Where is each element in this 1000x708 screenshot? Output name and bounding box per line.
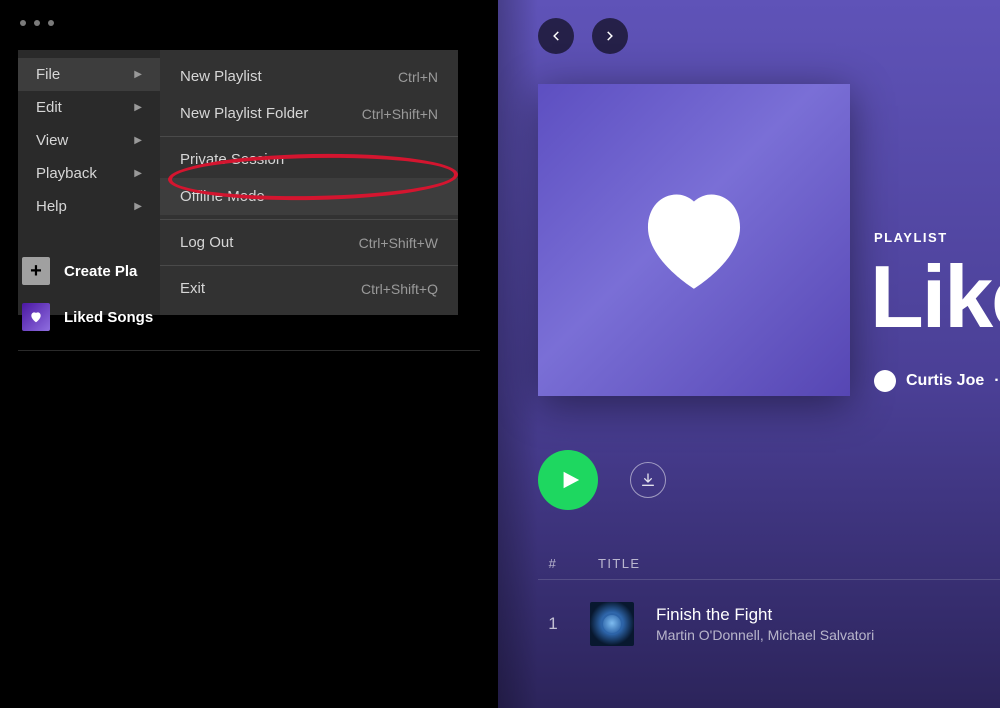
menu-divider xyxy=(160,219,458,220)
menu-item-shortcut: Ctrl+Shift+N xyxy=(362,106,438,122)
menu-item-label: Private Session xyxy=(180,151,284,168)
track-artist: Martin O'Donnell, Michael Salvatori xyxy=(656,627,874,643)
nav-back-button[interactable] xyxy=(538,18,574,54)
sidebar-item-create-playlist[interactable]: + Create Pla xyxy=(18,248,480,294)
track-artwork xyxy=(590,602,634,646)
menu-item-private-session[interactable]: Private Session xyxy=(160,141,458,178)
track-title: Finish the Fight xyxy=(656,605,874,625)
chevron-right-icon: ▶ xyxy=(134,201,142,212)
column-number: # xyxy=(538,556,568,571)
sidebar-item-label: Liked Songs xyxy=(64,309,153,326)
sidebar-panel: File ▶ Edit ▶ View ▶ Playback ▶ Help ▶ xyxy=(0,0,498,708)
nav-buttons xyxy=(538,18,628,54)
download-icon xyxy=(640,472,656,488)
menu-edit[interactable]: Edit ▶ xyxy=(18,91,160,124)
menu-item-new-playlist-folder[interactable]: New Playlist Folder Ctrl+Shift+N xyxy=(160,95,458,132)
menu-item-label: New Playlist Folder xyxy=(180,105,308,122)
menu-view[interactable]: View ▶ xyxy=(18,124,160,157)
track-number: 1 xyxy=(538,614,568,634)
playlist-title: Like xyxy=(870,246,1000,348)
main-panel: PLAYLIST Like Curtis Joe · # TITLE 1 Fin… xyxy=(498,0,1000,708)
gradient-edge xyxy=(498,0,538,708)
menu-item-shortcut: Ctrl+N xyxy=(398,69,438,85)
play-icon xyxy=(559,469,581,491)
avatar[interactable] xyxy=(874,370,896,392)
menu-item-new-playlist[interactable]: New Playlist Ctrl+N xyxy=(160,58,458,95)
chevron-left-icon xyxy=(549,29,563,43)
menu-item-offline-mode[interactable]: Offline Mode xyxy=(160,178,458,215)
heart-icon xyxy=(629,175,759,305)
heart-icon xyxy=(22,303,50,331)
window-controls[interactable] xyxy=(20,20,54,26)
menu-label: Playback xyxy=(36,165,97,182)
chevron-right-icon xyxy=(603,29,617,43)
nav-forward-button[interactable] xyxy=(592,18,628,54)
track-text: Finish the Fight Martin O'Donnell, Micha… xyxy=(656,605,874,643)
play-button[interactable] xyxy=(538,450,598,510)
playlist-actions xyxy=(538,450,666,510)
track-columns: # TITLE xyxy=(538,556,1000,580)
chevron-right-icon: ▶ xyxy=(134,135,142,146)
dot-icon xyxy=(34,20,40,26)
menu-label: View xyxy=(36,132,68,149)
playlist-owner[interactable]: Curtis Joe xyxy=(906,372,984,390)
menu-help[interactable]: Help ▶ xyxy=(18,190,160,223)
column-title: TITLE xyxy=(598,556,640,571)
sidebar-item-liked-songs[interactable]: Liked Songs xyxy=(18,294,480,340)
menu-playback[interactable]: Playback ▶ xyxy=(18,157,160,190)
menu-label: Edit xyxy=(36,99,62,116)
playlist-cover[interactable] xyxy=(538,84,850,396)
track-row[interactable]: 1 Finish the Fight Martin O'Donnell, Mic… xyxy=(538,602,1000,646)
sidebar-item-label: Create Pla xyxy=(64,263,137,280)
meta-separator: · xyxy=(994,372,999,390)
chevron-right-icon: ▶ xyxy=(134,69,142,80)
chevron-right-icon: ▶ xyxy=(134,168,142,179)
download-button[interactable] xyxy=(630,462,666,498)
plus-icon: + xyxy=(22,257,50,285)
menu-label: File xyxy=(36,66,60,83)
menu-item-label: Offline Mode xyxy=(180,188,265,205)
dot-icon xyxy=(48,20,54,26)
menu-divider xyxy=(160,136,458,137)
sidebar-library: + Create Pla Liked Songs xyxy=(18,248,480,351)
menu-label: Help xyxy=(36,198,67,215)
menu-item-label: New Playlist xyxy=(180,68,262,85)
chevron-right-icon: ▶ xyxy=(134,102,142,113)
sidebar-divider xyxy=(18,350,480,351)
menu-file[interactable]: File ▶ xyxy=(18,58,160,91)
playlist-meta: Curtis Joe · xyxy=(874,370,1000,392)
playlist-type-label: PLAYLIST xyxy=(874,230,948,245)
dot-icon xyxy=(20,20,26,26)
